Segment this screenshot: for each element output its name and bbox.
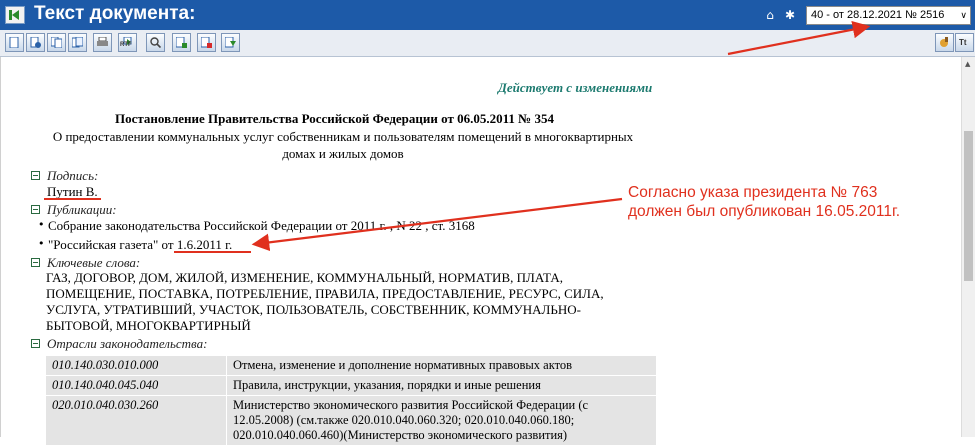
section-label: Отрасли законодательства: bbox=[47, 336, 208, 351]
branch-name: Отмена, изменение и дополнение нормативн… bbox=[226, 355, 657, 376]
window-title: Текст документа: bbox=[34, 3, 196, 24]
document-list-icon[interactable] bbox=[47, 33, 66, 52]
publication-item: Собрание законодательства Российской Фед… bbox=[38, 218, 475, 234]
branches-table: 010.140.030.010.000 Отмена, изменение и … bbox=[45, 355, 657, 446]
document-subtitle: О предоставлении коммунальных услуг собс… bbox=[52, 129, 634, 161]
version-select[interactable]: 40 - от 28.12.2021 № 2516 ∨ bbox=[806, 6, 971, 25]
collapse-icon[interactable] bbox=[31, 258, 40, 267]
rtf-export-icon[interactable]: RTF bbox=[118, 33, 137, 52]
toolbar: RTF Tt bbox=[0, 30, 975, 57]
branch-code: 010.140.040.045.040 bbox=[45, 375, 227, 396]
star-icon[interactable]: ✱ bbox=[784, 9, 796, 21]
keywords-text: ГАЗ, ДОГОВОР, ДОМ, ЖИЛОЙ, ИЗМЕНЕНИЕ, КОМ… bbox=[46, 270, 604, 333]
section-label: Ключевые слова: bbox=[47, 255, 141, 270]
branch-name: Министерство экономического развития Рос… bbox=[226, 395, 657, 446]
section-label: Подпись: bbox=[47, 168, 99, 183]
collapse-icon[interactable] bbox=[31, 205, 40, 214]
info-icon[interactable] bbox=[26, 33, 45, 52]
remove-document-icon[interactable] bbox=[197, 33, 216, 52]
scroll-up-icon[interactable]: ▲ bbox=[965, 60, 970, 68]
chevron-down-icon: ∨ bbox=[960, 10, 967, 20]
brush-icon[interactable] bbox=[935, 33, 954, 52]
table-row[interactable]: 010.140.030.010.000 Отмена, изменение и … bbox=[45, 355, 657, 376]
section-label: Публикации: bbox=[47, 202, 117, 217]
search-icon[interactable] bbox=[146, 33, 165, 52]
print-icon[interactable] bbox=[93, 33, 112, 52]
rtf-label: RTF bbox=[120, 42, 132, 48]
scrollbar-thumb[interactable] bbox=[964, 131, 973, 281]
collapse-icon[interactable] bbox=[31, 171, 40, 180]
document-icon[interactable] bbox=[5, 33, 24, 52]
annotation-note: Согласно указа президента № 763 должен б… bbox=[628, 183, 900, 221]
collapse-icon[interactable] bbox=[31, 339, 40, 348]
text-size-icon[interactable]: Tt bbox=[955, 33, 974, 52]
vertical-scrollbar[interactable]: ▲ bbox=[961, 57, 975, 437]
text-size-label: Tt bbox=[959, 38, 967, 47]
title-bar: Текст документа: ⌂ ✱ 40 - от 28.12.2021 … bbox=[0, 0, 975, 30]
home-icon[interactable]: ⌂ bbox=[764, 9, 776, 21]
branch-code: 010.140.030.010.000 bbox=[45, 355, 227, 376]
document-status: Действует с изменениями bbox=[498, 80, 653, 95]
back-icon[interactable] bbox=[5, 6, 25, 24]
related-documents-icon[interactable] bbox=[68, 33, 87, 52]
annotation-line: должен был опубликован 16.05.2011г. bbox=[628, 203, 901, 220]
table-row[interactable]: 010.140.040.045.040 Правила, инструкции,… bbox=[45, 375, 657, 396]
table-row[interactable]: 020.010.040.030.260 Министерство экономи… bbox=[45, 395, 657, 446]
document-title: Постановление Правительства Российской Ф… bbox=[115, 111, 554, 126]
publication-date-underline bbox=[174, 251, 251, 253]
version-select-value: 40 - от 28.12.2021 № 2516 bbox=[811, 9, 945, 21]
download-icon[interactable] bbox=[221, 33, 240, 52]
branch-name: Правила, инструкции, указания, порядки и… bbox=[226, 375, 657, 396]
add-document-icon[interactable] bbox=[172, 33, 191, 52]
branch-code: 020.010.040.030.260 bbox=[45, 395, 227, 446]
annotation-line: Согласно указа президента № 763 bbox=[628, 184, 878, 201]
signature-underline bbox=[44, 198, 101, 200]
